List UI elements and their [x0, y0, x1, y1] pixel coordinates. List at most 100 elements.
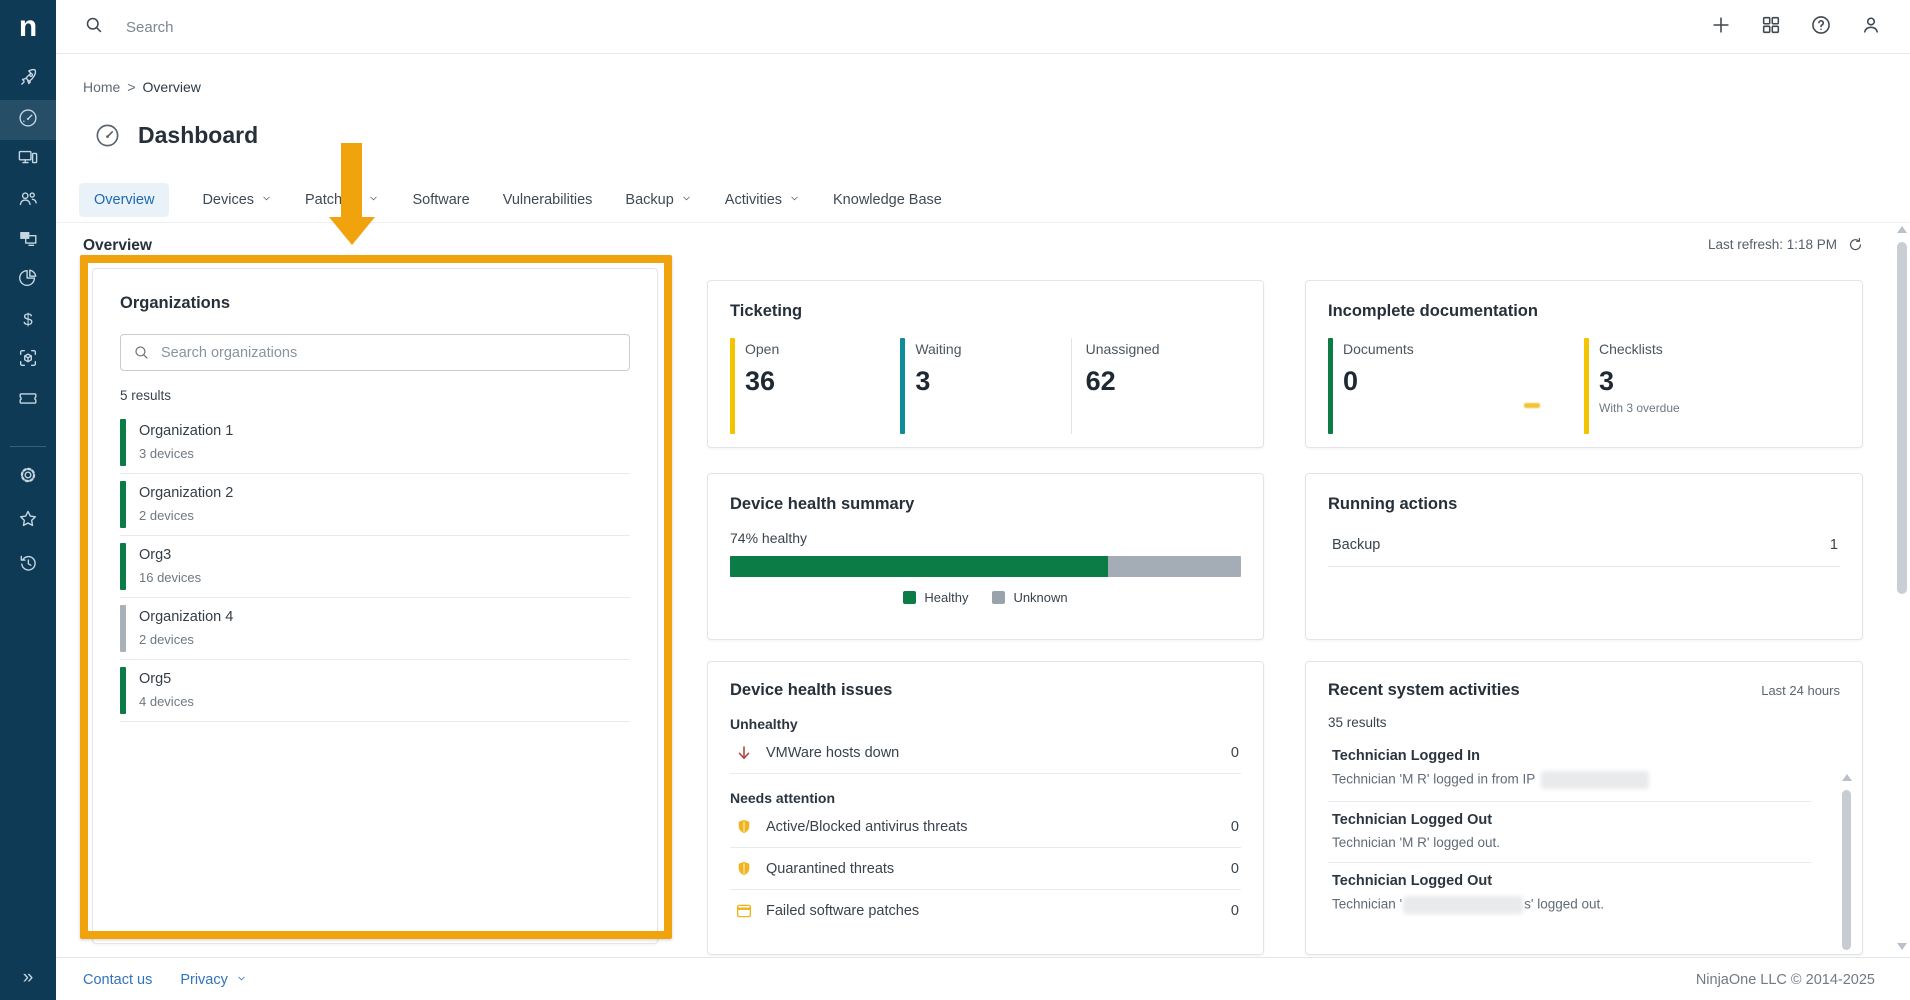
tab-patching[interactable]: Patching — [305, 183, 379, 217]
expand-icon: » — [23, 967, 34, 989]
organization-list-item[interactable]: Organization 2 2 devices — [120, 474, 630, 536]
billing-dollar-icon: $ — [23, 310, 32, 330]
settings-gear-icon — [17, 464, 39, 491]
incomplete-documentation-title: Incomplete documentation — [1328, 302, 1840, 321]
page-scrollbar[interactable] — [1896, 226, 1907, 950]
stat-bar — [730, 338, 735, 434]
scroll-down-icon[interactable] — [1897, 943, 1907, 950]
sidebar-item-dashboard[interactable] — [0, 100, 56, 140]
sidebar-item-billing[interactable]: $ — [0, 300, 56, 340]
page-header: Dashboard — [94, 122, 258, 149]
activity-item[interactable]: Technician Logged In Technician 'M R' lo… — [1328, 738, 1812, 802]
tab-software[interactable]: Software — [412, 183, 469, 217]
devices-icon — [17, 147, 39, 174]
privacy-link[interactable]: Privacy — [180, 972, 247, 988]
health-issue-row[interactable]: VMWare hosts down 0 — [730, 732, 1241, 774]
recent-activities-title: Recent system activities — [1328, 681, 1520, 700]
ticketing-icon — [17, 387, 39, 414]
organizations-search-input[interactable] — [120, 334, 630, 371]
refresh-area: Last refresh: 1:18 PM — [1708, 236, 1864, 253]
section-title: Overview — [83, 237, 152, 255]
sidebar-expand-button[interactable]: » — [0, 956, 56, 1000]
redacted-ip — [1541, 771, 1649, 789]
sidebar-item-remote-tools[interactable] — [0, 220, 56, 260]
recent-activities-header: Recent system activities Last 24 hours — [1328, 681, 1840, 700]
profile-icon — [1860, 14, 1882, 41]
remote-screens-icon — [17, 227, 39, 254]
redacted-name — [1403, 896, 1523, 914]
sidebar-item-getting-started[interactable] — [0, 60, 56, 100]
ninjaone-logo[interactable]: n — [0, 0, 56, 54]
ticketing-stat-open[interactable]: Open 36 — [730, 338, 896, 434]
contact-us-link[interactable]: Contact us — [83, 972, 152, 988]
recent-activities-card: Recent system activities Last 24 hours 3… — [1305, 661, 1863, 955]
org-status-bar — [120, 605, 126, 652]
sidebar-item-devices[interactable] — [0, 140, 56, 180]
refresh-icon — [1847, 240, 1864, 257]
documents-stat[interactable]: Documents 0 — [1328, 338, 1580, 434]
breadcrumb: Home > Overview — [83, 79, 201, 95]
health-issue-row[interactable]: Failed software patches 0 — [730, 890, 1241, 931]
stat-bar — [1328, 338, 1333, 434]
sidebar: n — [0, 0, 56, 1000]
sidebar-item-reporting[interactable] — [0, 260, 56, 300]
apps-button[interactable] — [1760, 16, 1782, 38]
sidebar-item-administration[interactable] — [0, 455, 56, 499]
tab-activities[interactable]: Activities — [725, 183, 800, 217]
refresh-button[interactable] — [1847, 236, 1864, 253]
ticketing-stat-waiting[interactable]: Waiting 3 — [900, 338, 1066, 434]
activity-item[interactable]: Technician Logged Out Technician 'M R' l… — [1328, 802, 1812, 863]
healthy-percentage-label: 74% healthy — [730, 530, 1241, 546]
ninjaone-dashboard: n — [0, 0, 1910, 1000]
breadcrumb-current: Overview — [143, 79, 201, 95]
tab-devices[interactable]: Devices — [202, 183, 272, 217]
activity-item[interactable]: Technician Logged Out Technician 's' log… — [1328, 863, 1812, 926]
stat-bar — [900, 338, 905, 434]
organizations-title: Organizations — [120, 294, 630, 313]
topbar — [56, 0, 1910, 54]
breadcrumb-home[interactable]: Home — [83, 79, 120, 95]
organization-list-item[interactable]: Org3 16 devices — [120, 536, 630, 598]
organization-list-item[interactable]: Org5 4 devices — [120, 660, 630, 722]
sidebar-item-favorites[interactable] — [0, 499, 56, 543]
scrollbar-thumb[interactable] — [1897, 242, 1907, 594]
organization-list-item[interactable]: Organization 1 3 devices — [120, 412, 630, 474]
ticketing-card: Ticketing Open 36 Waiting 3 Unassigned 6… — [707, 280, 1264, 448]
global-search-input[interactable] — [126, 19, 546, 36]
profile-button[interactable] — [1860, 16, 1882, 38]
health-progress-fill — [730, 556, 1108, 577]
tab-backup[interactable]: Backup — [625, 183, 691, 217]
search-icon — [84, 15, 104, 40]
scroll-up-icon[interactable] — [1897, 226, 1907, 233]
tab-overview[interactable]: Overview — [79, 183, 169, 217]
chevron-down-icon — [236, 972, 247, 988]
tab-knowledge-base[interactable]: Knowledge Base — [833, 183, 942, 217]
footer-links: Contact us Privacy — [83, 958, 247, 1000]
sidebar-item-organizations[interactable] — [0, 180, 56, 220]
arrow-down-icon — [734, 743, 753, 762]
running-action-label: Backup — [1332, 537, 1380, 553]
running-action-count: 1 — [1830, 537, 1838, 553]
sidebar-divider — [10, 446, 46, 447]
sidebar-item-software-inventory[interactable] — [0, 340, 56, 380]
scrollbar-thumb[interactable] — [1842, 790, 1851, 950]
checklists-stat[interactable]: Checklists 3 With 3 overdue — [1584, 338, 1836, 434]
copyright-text: NinjaOne LLC © 2014-2025 — [1696, 958, 1875, 1000]
running-action-row[interactable]: Backup 1 — [1328, 537, 1840, 567]
scroll-up-icon[interactable] — [1842, 774, 1852, 781]
org-status-bar — [120, 667, 126, 714]
add-button[interactable] — [1710, 16, 1732, 38]
health-issue-row[interactable]: Quarantined threats 0 — [730, 848, 1241, 890]
help-icon — [1810, 14, 1832, 41]
ticketing-stat-unassigned[interactable]: Unassigned 62 — [1071, 338, 1237, 434]
dashboard-gauge-icon — [17, 107, 39, 134]
activities-scrollbar[interactable] — [1842, 774, 1851, 950]
tab-vulnerabilities[interactable]: Vulnerabilities — [503, 183, 593, 217]
organization-list-item[interactable]: Organization 4 2 devices — [120, 598, 630, 660]
health-issue-row[interactable]: Active/Blocked antivirus threats 0 — [730, 806, 1241, 848]
help-button[interactable] — [1810, 16, 1832, 38]
favorites-star-icon — [17, 508, 39, 535]
sidebar-item-ticketing[interactable] — [0, 380, 56, 420]
ticketing-stats: Open 36 Waiting 3 Unassigned 62 — [730, 338, 1241, 434]
sidebar-item-recent-history[interactable] — [0, 543, 56, 587]
